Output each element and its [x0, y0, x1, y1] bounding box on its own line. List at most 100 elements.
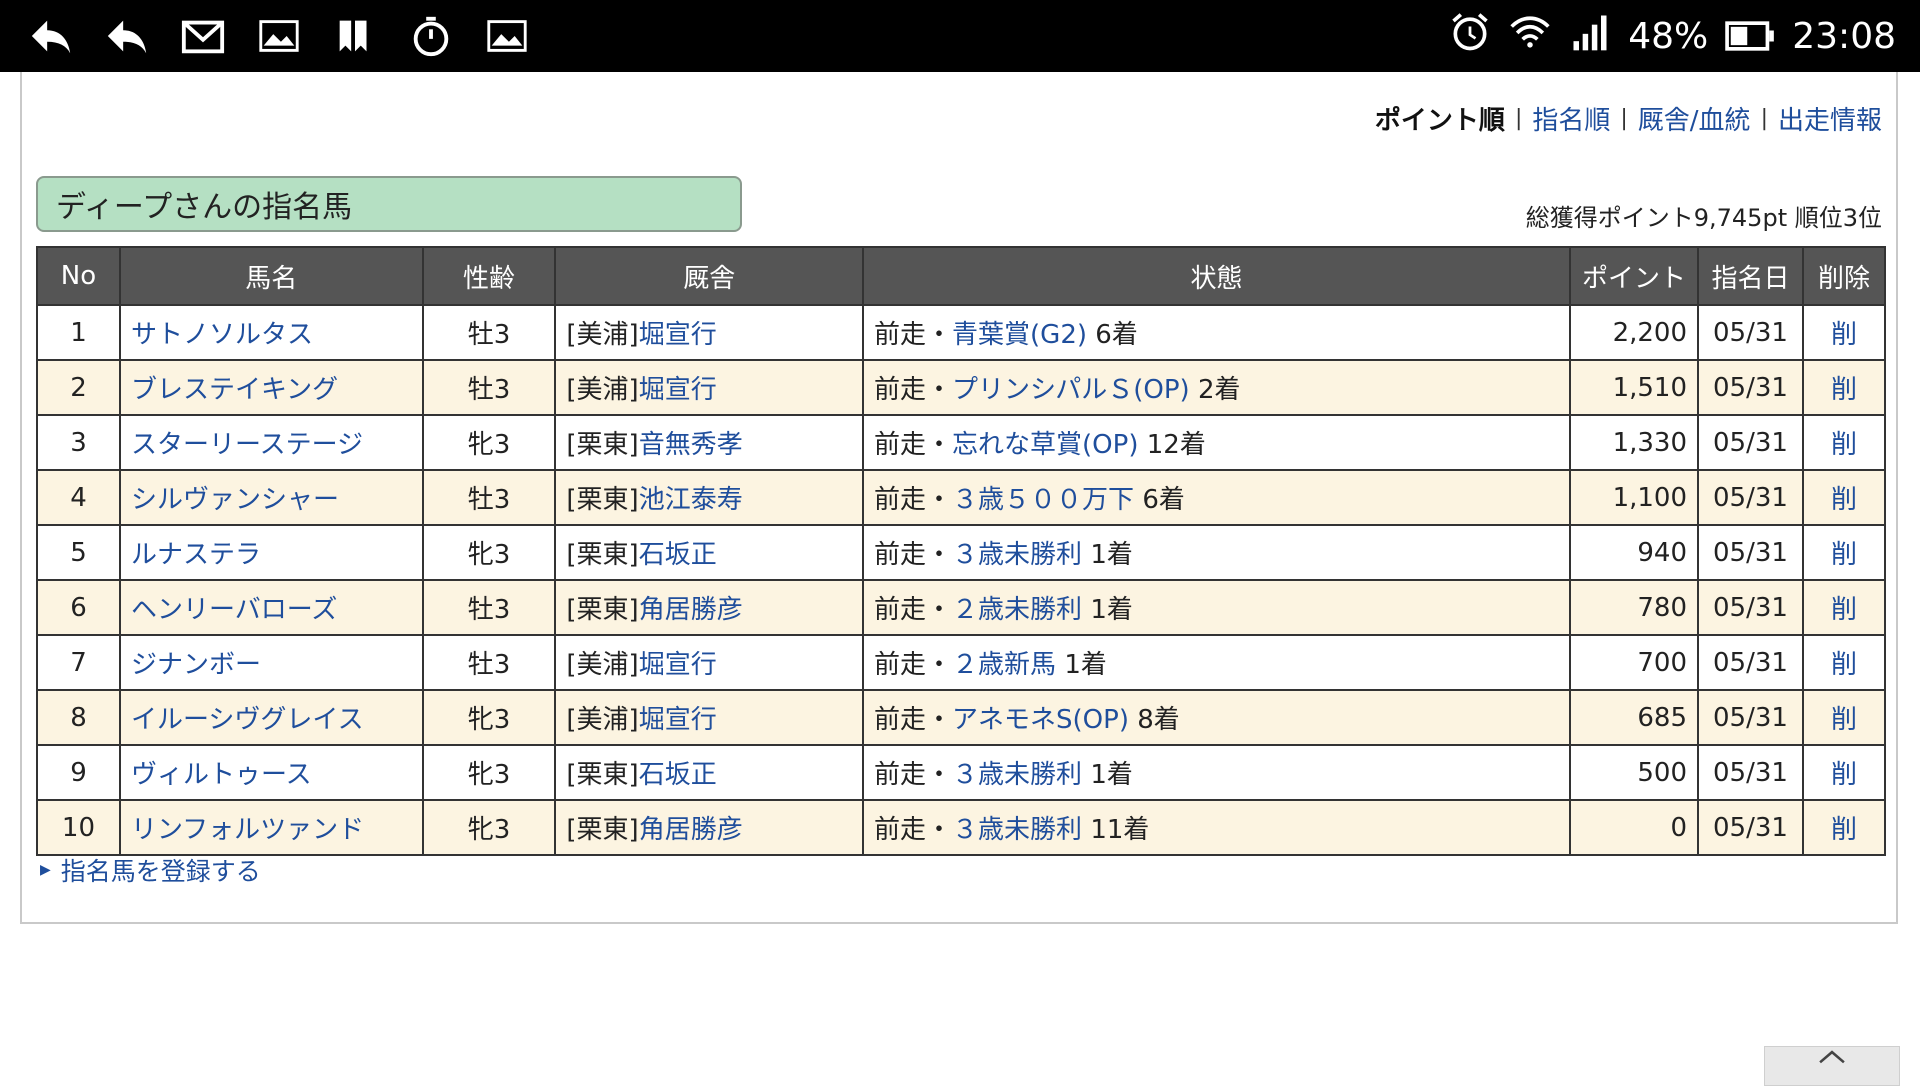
horse-table: No 馬名 性齢 厩舎 状態 ポイント 指名日 削除 1 サトノソルタス 牡3 [美浦…: [36, 246, 1887, 856]
cell-status: 前走・３歳５００万下 6着: [862, 469, 1572, 526]
cell-sex-age: 牡3: [421, 469, 557, 526]
register-horse-link[interactable]: ▶ 指名馬を登録する: [40, 852, 261, 888]
trainer-link[interactable]: 池江泰寿: [639, 485, 743, 515]
race-result: 1着: [1064, 650, 1107, 680]
delete-link[interactable]: 削: [1831, 815, 1857, 845]
cell-delete: 削: [1801, 634, 1887, 691]
race-link[interactable]: 忘れな草賞(OP): [952, 430, 1138, 460]
delete-link[interactable]: 削: [1831, 650, 1857, 680]
cell-sex-age: 牝3: [421, 689, 557, 746]
bookmark-icon: [330, 11, 380, 61]
horse-name-link[interactable]: ジナンボー: [131, 650, 261, 680]
cell-points: 940: [1569, 524, 1699, 581]
cell-status: 前走・２歳新馬 1着: [862, 634, 1572, 691]
race-link[interactable]: プリンシパルＳ(OP): [952, 375, 1190, 405]
trainer-link[interactable]: 堀宣行: [639, 705, 717, 735]
trainer-link[interactable]: 音無秀孝: [639, 430, 743, 460]
trainer-link[interactable]: 石坂正: [639, 760, 717, 790]
nav-link-race-info[interactable]: 出走情報: [1778, 100, 1882, 137]
cell-delete: 削: [1801, 469, 1887, 526]
nav-link-stable-pedigree[interactable]: 厩舎/血統: [1638, 100, 1751, 137]
delete-link[interactable]: 削: [1831, 375, 1857, 405]
stable-region: [栗東]: [566, 430, 639, 460]
horse-name-link[interactable]: ヴィルトゥース: [131, 760, 312, 790]
cell-status: 前走・３歳未勝利 1着: [862, 744, 1572, 801]
scroll-to-top-button[interactable]: [1764, 1046, 1900, 1086]
delete-link[interactable]: 削: [1831, 760, 1857, 790]
delete-link[interactable]: 削: [1831, 430, 1857, 460]
delete-link[interactable]: 削: [1831, 595, 1857, 625]
horse-name-link[interactable]: リンフォルツァンド: [131, 815, 364, 845]
cell-horse-name: ジナンボー: [118, 634, 424, 691]
cell-date: 05/31: [1697, 414, 1804, 471]
cell-sex-age: 牡3: [421, 359, 557, 416]
horse-name-link[interactable]: イルーシヴグレイス: [131, 705, 364, 735]
cell-points: 1,330: [1569, 414, 1699, 471]
horse-name-link[interactable]: シルヴァンシャー: [131, 485, 339, 515]
cell-sex-age: 牡3: [421, 634, 557, 691]
image-icon: [482, 11, 532, 61]
trainer-link[interactable]: 堀宣行: [639, 320, 717, 350]
caret-right-icon: ▶: [40, 862, 51, 878]
cell-points: 0: [1569, 799, 1699, 856]
signal-icon: [1568, 10, 1612, 63]
delete-link[interactable]: 削: [1831, 320, 1857, 350]
delete-link[interactable]: 削: [1831, 485, 1857, 515]
cell-date: 05/31: [1697, 634, 1804, 691]
status-prefix: 前走・: [874, 705, 953, 735]
delete-link[interactable]: 削: [1831, 705, 1857, 735]
cell-sex-age: 牝3: [421, 524, 557, 581]
race-link[interactable]: 青葉賞(G2): [952, 320, 1087, 350]
horse-name-link[interactable]: サトノソルタス: [131, 320, 313, 350]
chevron-up-icon: [1819, 1050, 1845, 1064]
horse-name-link[interactable]: ルナステラ: [131, 540, 261, 570]
race-link[interactable]: ３歳未勝利: [952, 815, 1082, 845]
cell-stable: [美浦]堀宣行: [554, 304, 865, 361]
cell-no: 10: [36, 799, 121, 856]
status-prefix: 前走・: [874, 650, 953, 680]
trainer-link[interactable]: 角居勝彦: [639, 815, 743, 845]
cell-delete: 削: [1801, 414, 1887, 471]
trainer-link[interactable]: 堀宣行: [639, 375, 717, 405]
table-row: 8 イルーシヴグレイス 牝3 [美浦]堀宣行 前走・アネモネS(OP) 8着 685 05/…: [36, 689, 1887, 746]
cell-date: 05/31: [1697, 799, 1804, 856]
trainer-link[interactable]: 角居勝彦: [639, 595, 743, 625]
trainer-link[interactable]: 堀宣行: [639, 650, 717, 680]
race-link[interactable]: ３歳未勝利: [952, 760, 1082, 790]
cell-sex-age: 牡3: [421, 579, 557, 636]
race-result: 1着: [1090, 540, 1133, 570]
cell-horse-name: ブレステイキング: [118, 359, 424, 416]
cell-delete: 削: [1801, 799, 1887, 856]
register-horse-label[interactable]: 指名馬を登録する: [61, 852, 261, 888]
horse-name-link[interactable]: ブレステイキング: [131, 375, 338, 405]
trainer-link[interactable]: 石坂正: [639, 540, 717, 570]
stable-region: [栗東]: [566, 485, 639, 515]
cell-delete: 削: [1801, 359, 1887, 416]
cell-date: 05/31: [1697, 524, 1804, 581]
horse-name-link[interactable]: スターリーステージ: [131, 430, 363, 460]
cell-status: 前走・３歳未勝利 1着: [862, 524, 1572, 581]
cell-delete: 削: [1801, 579, 1887, 636]
race-result: 2着: [1197, 375, 1241, 405]
horse-name-link[interactable]: ヘンリーバローズ: [131, 595, 337, 625]
cell-status: 前走・プリンシパルＳ(OP) 2着: [862, 359, 1572, 416]
stable-region: [美浦]: [566, 650, 639, 680]
race-link[interactable]: ３歳５００万下: [952, 485, 1134, 515]
race-link[interactable]: ２歳新馬: [952, 650, 1056, 680]
table-row: 7 ジナンボー 牡3 [美浦]堀宣行 前走・２歳新馬 1着 700 05/31 削: [36, 634, 1887, 691]
race-result: 1着: [1090, 760, 1133, 790]
race-link[interactable]: アネモネS(OP): [952, 705, 1129, 735]
cell-date: 05/31: [1697, 744, 1804, 801]
cell-stable: [栗東]石坂正: [554, 744, 865, 801]
race-link[interactable]: ３歳未勝利: [952, 540, 1082, 570]
nav-link-designation-order[interactable]: 指名順: [1532, 100, 1610, 137]
delete-link[interactable]: 削: [1831, 540, 1857, 570]
stable-region: [栗東]: [566, 540, 639, 570]
cell-no: 1: [36, 304, 121, 361]
cell-stable: [美浦]堀宣行: [554, 689, 865, 746]
battery-icon: [1724, 14, 1776, 58]
cell-no: 2: [36, 359, 121, 416]
cell-horse-name: ヘンリーバローズ: [118, 579, 424, 636]
race-link[interactable]: ２歳未勝利: [952, 595, 1082, 625]
cell-date: 05/31: [1697, 579, 1804, 636]
